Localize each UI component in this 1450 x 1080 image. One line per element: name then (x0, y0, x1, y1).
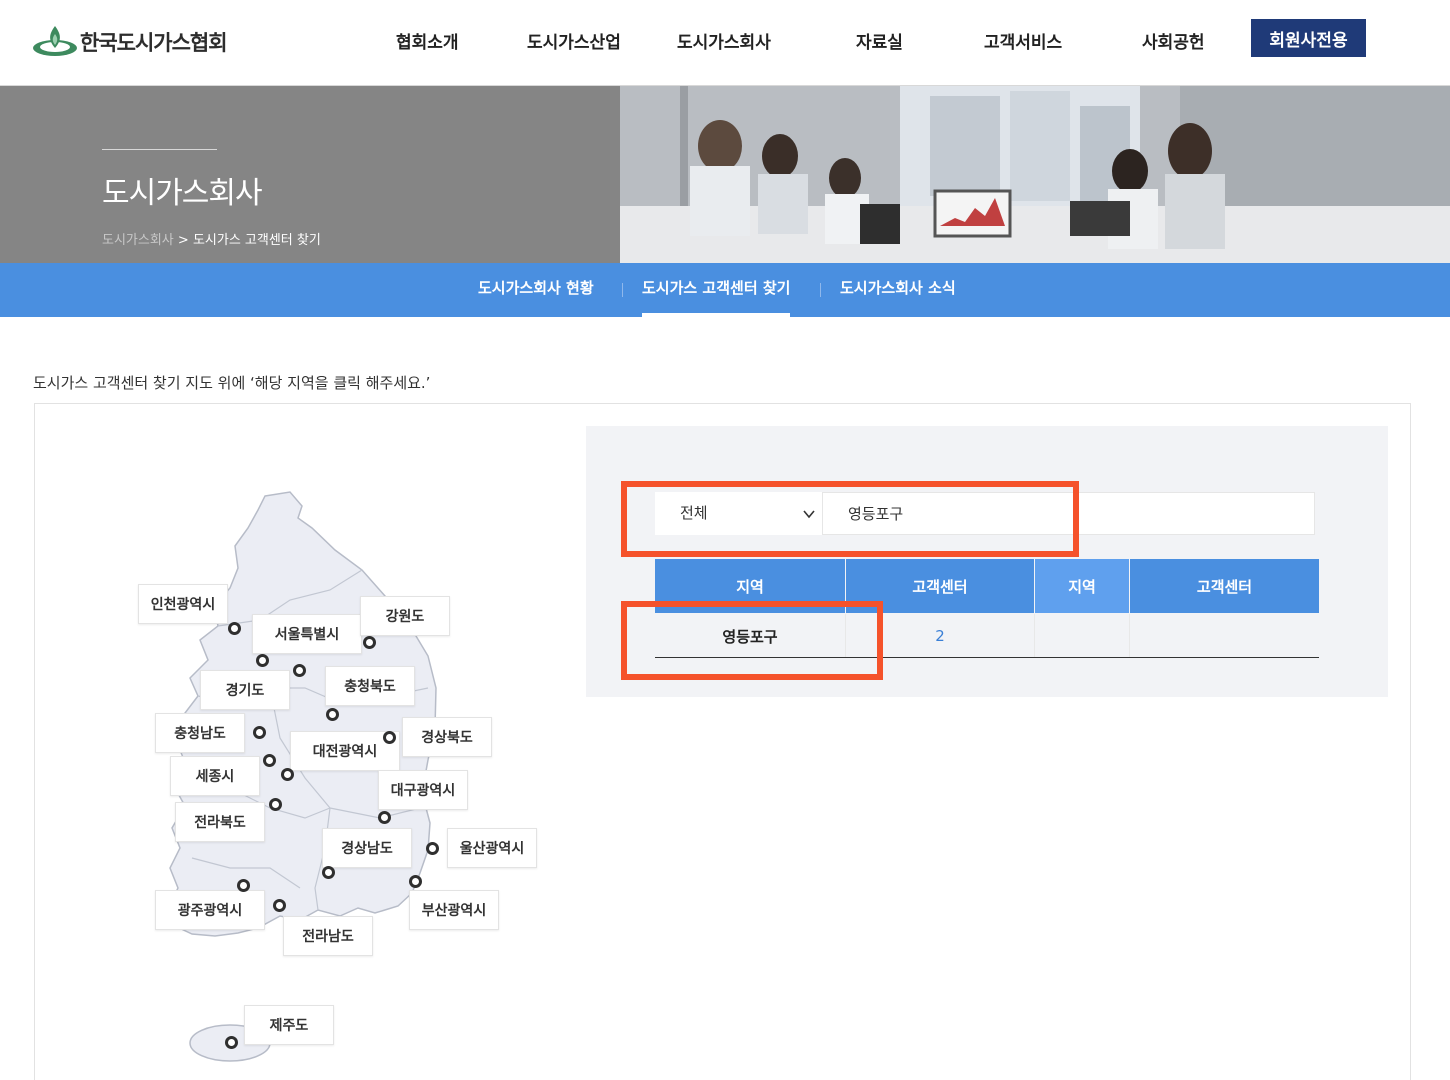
region-marker-daejeon[interactable] (281, 768, 294, 781)
table-cell-region-2 (1035, 614, 1130, 658)
main-nav: 협회소개 도시가스산업 도시가스회사 자료실 고객서비스 사회공헌 (0, 28, 1450, 56)
hero-divider (102, 149, 217, 150)
table-header-center-2: 고객센터 (1130, 559, 1319, 613)
region-label-incheon[interactable]: 인천광역시 (138, 584, 228, 624)
highlight-box-search (621, 481, 1079, 557)
tab-customer-center[interactable]: 도시가스 고객센터 찾기 (642, 263, 791, 317)
region-marker-jeonbuk[interactable] (269, 798, 282, 811)
korea-map[interactable]: 인천광역시 서울특별시 강원도 경기도 충청북도 충청남도 대전광역시 경상북도… (130, 488, 550, 1073)
region-marker-jeonnam[interactable] (273, 899, 286, 912)
tab-company-status[interactable]: 도시가스회사 현황 (478, 263, 594, 317)
hero-banner: 도시가스회사 도시가스회사 > 도시가스 고객센터 찾기 (0, 86, 1450, 263)
region-label-jeonnam[interactable]: 전라남도 (283, 916, 373, 956)
breadcrumb-separator: > (177, 233, 193, 248)
instruction-text: 도시가스 고객센터 찾기 지도 위에 ‘해당 지역을 클릭 해주세요.’ (33, 374, 431, 392)
region-marker-sejong[interactable] (263, 754, 276, 767)
breadcrumb-parent[interactable]: 도시가스회사 (102, 233, 174, 248)
region-label-chungnam[interactable]: 충청남도 (155, 713, 245, 753)
page-title: 도시가스회사 (102, 176, 263, 211)
table-header-region-2: 지역 (1035, 559, 1129, 613)
region-label-gangwon[interactable]: 강원도 (360, 596, 450, 636)
region-marker-chungbuk[interactable] (326, 708, 339, 721)
region-label-busan[interactable]: 부산광역시 (409, 890, 499, 930)
region-marker-gyeonggi[interactable] (293, 664, 306, 677)
region-label-seoul[interactable]: 서울특별시 (252, 614, 362, 654)
breadcrumb-current: 도시가스 고객센터 찾기 (192, 233, 321, 248)
breadcrumb: 도시가스회사 > 도시가스 고객센터 찾기 (102, 229, 321, 248)
region-marker-gyeongnam[interactable] (322, 866, 335, 879)
region-label-jeonbuk[interactable]: 전라북도 (175, 802, 265, 842)
nav-item-social[interactable]: 사회공헌 (1142, 28, 1205, 53)
region-label-jeju[interactable]: 제주도 (244, 1005, 334, 1045)
region-label-gyeonggi[interactable]: 경기도 (200, 670, 290, 710)
subnav-divider (820, 283, 821, 297)
region-label-sejong[interactable]: 세종시 (170, 756, 260, 796)
table-cell-center-2 (1130, 614, 1319, 658)
region-marker-daegu[interactable] (378, 811, 391, 824)
subnav-divider (622, 283, 623, 297)
site-header: 한국도시가스협회 협회소개 도시가스산업 도시가스회사 자료실 고객서비스 사회… (0, 0, 1450, 86)
region-marker-busan[interactable] (409, 875, 422, 888)
region-label-ulsan[interactable]: 울산광역시 (447, 828, 537, 868)
nav-item-about[interactable]: 협회소개 (396, 28, 459, 53)
region-marker-chungnam[interactable] (253, 726, 266, 739)
region-label-gyeongnam[interactable]: 경상남도 (322, 828, 412, 868)
member-only-button[interactable]: 회원사전용 (1251, 19, 1366, 57)
region-label-gyeongbuk[interactable]: 경상북도 (402, 717, 492, 757)
nav-item-companies[interactable]: 도시가스회사 (677, 28, 771, 53)
highlight-box-result (621, 601, 883, 680)
region-label-gwangju[interactable]: 광주광역시 (155, 890, 265, 930)
tab-company-news[interactable]: 도시가스회사 소식 (840, 263, 956, 317)
region-marker-incheon[interactable] (228, 622, 241, 635)
nav-item-industry[interactable]: 도시가스산업 (527, 28, 621, 53)
sub-nav: 도시가스회사 현황 도시가스 고객센터 찾기 도시가스회사 소식 (0, 263, 1450, 317)
region-label-daegu[interactable]: 대구광역시 (378, 770, 468, 810)
region-marker-gangwon[interactable] (363, 636, 376, 649)
nav-item-customer-service[interactable]: 고객서비스 (984, 28, 1062, 53)
region-label-chungbuk[interactable]: 충청북도 (325, 666, 415, 706)
region-marker-gyeongbuk[interactable] (383, 731, 396, 744)
region-marker-gwangju[interactable] (237, 879, 250, 892)
nav-item-library[interactable]: 자료실 (856, 28, 903, 53)
region-marker-ulsan[interactable] (426, 842, 439, 855)
region-marker-seoul[interactable] (256, 654, 269, 667)
region-marker-jeju[interactable] (225, 1036, 238, 1049)
